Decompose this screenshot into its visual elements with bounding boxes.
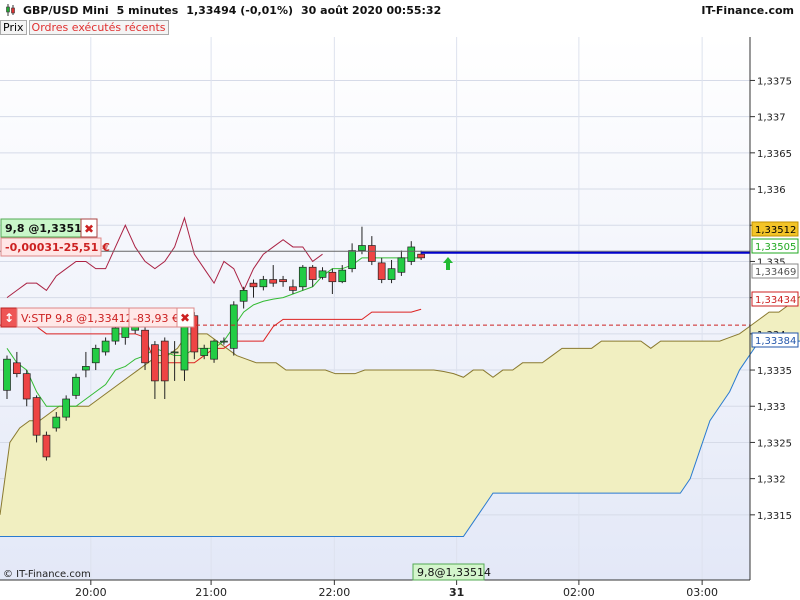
candle-body [160, 340, 169, 382]
candle-body [397, 257, 406, 273]
candle-body [269, 279, 278, 284]
candle-body [151, 344, 159, 382]
candle-body [239, 290, 248, 302]
candle-body [407, 246, 416, 262]
y-tick-label: 1,3365 [757, 149, 792, 160]
candle-body [210, 340, 218, 360]
x-tick-label: 22:00 [319, 586, 351, 599]
candle-body [318, 270, 327, 278]
candle-body [82, 366, 90, 371]
y-tick-label: 1,3335 [757, 366, 792, 377]
y-tick-label: 1,336 [757, 185, 786, 196]
price-tag-label: 1,33512 [755, 225, 796, 236]
x-tick-label: 03:00 [686, 586, 718, 599]
position-panel[interactable]: 9,8 @1,33514 ✖ -0,00031 -25,51 € [0, 218, 110, 257]
candle-body [338, 269, 347, 283]
candle-body [348, 250, 356, 270]
candle-body [13, 362, 21, 375]
stop-label: V:STP 9,8 @1,33412 [21, 312, 133, 325]
x-tick-label: 31 [449, 586, 464, 599]
close-icon[interactable]: ✖ [180, 311, 190, 325]
candle-body [52, 416, 61, 429]
price-chart[interactable]: 1,33751,3371,33651,3361,33551,3351,33451… [0, 0, 800, 600]
y-tick-label: 1,332 [757, 475, 786, 486]
candle-body [377, 262, 386, 280]
candle-body [3, 358, 11, 391]
candle-body [259, 279, 268, 288]
candle-body [358, 245, 366, 251]
y-tick-label: 1,3315 [757, 511, 792, 522]
price-tag-label: 1,33469 [755, 267, 796, 278]
candle-body [289, 286, 297, 291]
pnl-money: -25,51 € [59, 241, 110, 254]
copyright-label: © IT-Finance.com [3, 569, 91, 580]
candle-body [62, 398, 71, 418]
drag-handle-icon[interactable]: ↕ [4, 311, 14, 325]
position-qty-price: 9,8 @1,33514 [5, 222, 90, 235]
price-tag-label: 1,33505 [755, 242, 796, 253]
x-tick-label: 20:00 [75, 586, 107, 599]
candle-body [367, 245, 376, 262]
candle-body [298, 266, 307, 288]
candle-body [387, 268, 396, 280]
candle-body [22, 373, 31, 400]
candle-body [91, 347, 100, 364]
price-tag-label: 1,33434 [755, 295, 796, 306]
y-tick-label: 1,337 [757, 113, 786, 124]
candle-body [170, 351, 179, 354]
y-tick-label: 1,3375 [757, 76, 792, 87]
candle-body [72, 376, 80, 396]
candle-body [308, 266, 317, 280]
stop-pnl-money: -83,93 € [133, 312, 179, 325]
candle-body [417, 253, 425, 259]
candle-body [111, 327, 120, 342]
stop-order-panel[interactable]: ↕ V:STP 9,8 @1,33412 -83,93 € ✖ [0, 307, 195, 328]
y-tick-label: 1,3325 [757, 438, 792, 449]
price-tag-label: 1,33384 [755, 336, 796, 347]
candle-body [220, 340, 228, 343]
chart-window: GBP/USD Mini 5 minutes 1,33494 (-0,01%) … [0, 0, 800, 600]
candle-body [249, 282, 258, 288]
candle-body [42, 434, 51, 458]
entry-marker: 9,8@1,33514 [412, 563, 491, 581]
x-tick-label: 21:00 [195, 586, 227, 599]
candle-body [32, 397, 41, 436]
candle-body [101, 340, 110, 353]
entry-marker-label: 9,8@1,33514 [417, 566, 491, 579]
candle-body [141, 329, 149, 364]
x-axis: 20:00 21:00 22:00 31 02:00 03:00 [75, 580, 718, 599]
candle-body [279, 279, 287, 283]
candle-body [328, 271, 337, 283]
pnl-points: -0,00031 [5, 241, 60, 254]
candle-body [200, 347, 209, 356]
x-tick-label: 02:00 [563, 586, 595, 599]
candle-body [229, 304, 238, 349]
close-icon[interactable]: ✖ [84, 222, 94, 236]
y-tick-label: 1,333 [757, 402, 786, 413]
